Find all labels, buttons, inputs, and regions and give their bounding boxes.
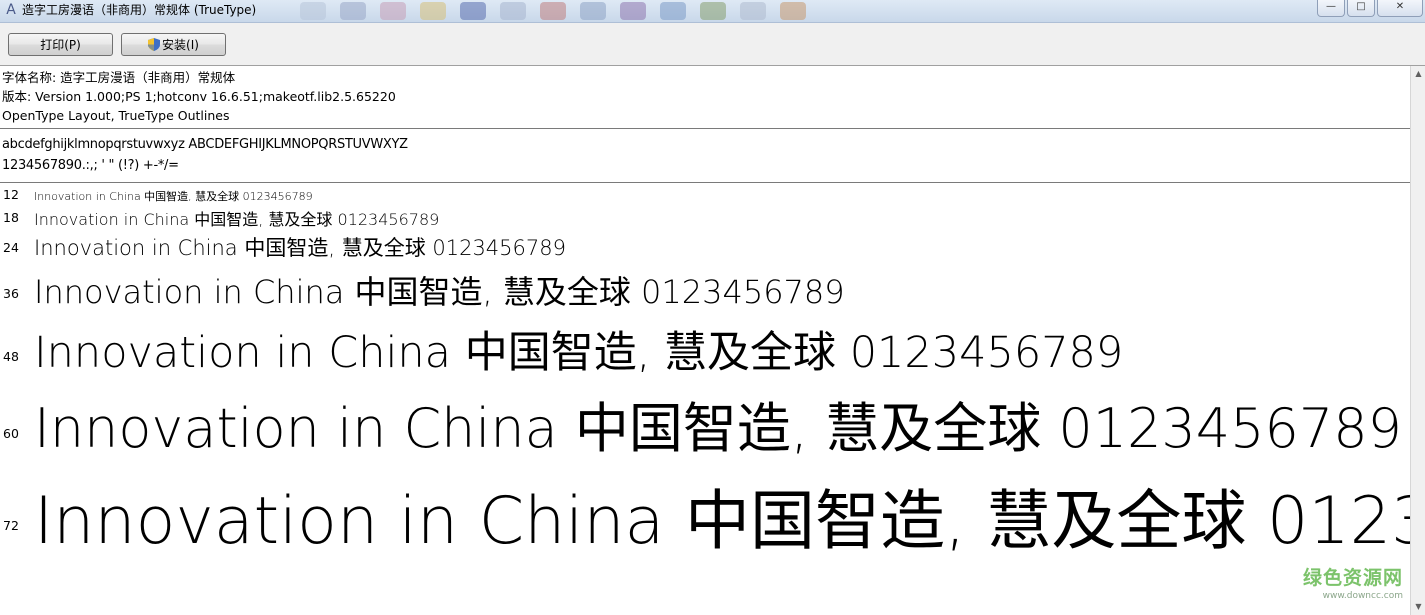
sample-text: Innovation in China 中国智造, 慧及全球 012345678… [34, 210, 440, 229]
sample-row-12: 12 Innovation in China 中国智造, 慧及全球 012345… [0, 186, 1410, 204]
title-bar: A 造字工房漫语（非商用）常规体 (TrueType) — □ ✕ [0, 0, 1425, 23]
sample-row-60: 60 Innovation in China 中国智造, 慧及全球 012345… [0, 378, 1410, 458]
sample-text: Innovation in China 中国智造, 慧及全球 012345678… [34, 190, 313, 203]
install-button[interactable]: 安装(I) [121, 33, 226, 56]
window-controls: — □ ✕ [1317, 0, 1425, 20]
sample-size-label: 60 [3, 426, 19, 441]
charset-preview: abcdefghijklmnopqrstuvwxyz ABCDEFGHIJKLM… [2, 134, 408, 176]
sample-row-24: 24 Innovation in China 中国智造, 慧及全球 012345… [0, 230, 1410, 264]
sample-text: Innovation in China 中国智造, 慧及全球 012345678… [34, 236, 566, 260]
sample-size-label: 24 [3, 240, 19, 255]
watermark-brand: 绿色资源网 [1302, 567, 1403, 589]
sample-row-72: 72 Innovation in China 中国智造, 慧及全球 012345… [0, 458, 1410, 558]
close-button[interactable]: ✕ [1377, 0, 1423, 17]
font-viewer-icon: A [6, 2, 16, 18]
vertical-scrollbar[interactable]: ▲ ▼ [1410, 66, 1425, 615]
window-title: 造字工房漫语（非商用）常规体 (TrueType) [22, 3, 257, 17]
maximize-button[interactable]: □ [1347, 0, 1375, 17]
sample-row-36: 36 Innovation in China 中国智造, 慧及全球 012345… [0, 264, 1410, 314]
sample-text: Innovation in China 中国智造, 慧及全球 012345678… [34, 328, 1124, 378]
sample-row-48: 48 Innovation in China 中国智造, 慧及全球 012345… [0, 314, 1410, 378]
sample-size-label: 12 [3, 187, 19, 202]
font-name-line: 字体名称: 造字工房漫语（非商用）常规体 [2, 70, 236, 85]
sample-size-label: 72 [3, 518, 19, 533]
sample-size-label: 36 [3, 286, 19, 301]
charset-letters: abcdefghijklmnopqrstuvwxyz ABCDEFGHIJKLM… [2, 137, 408, 152]
background-taskbar-strip [300, 0, 1100, 22]
scroll-down-arrow-icon[interactable]: ▼ [1411, 599, 1425, 615]
print-button[interactable]: 打印(P) [8, 33, 113, 56]
sample-size-label: 48 [3, 349, 19, 364]
watermark-url: www.downcc.com [1322, 591, 1403, 601]
divider [0, 128, 1410, 129]
font-info: 字体名称: 造字工房漫语（非商用）常规体 版本: Version 1.000;P… [2, 68, 396, 125]
font-layout-line: OpenType Layout, TrueType Outlines [2, 108, 230, 123]
uac-shield-icon [148, 38, 161, 51]
charset-symbols: 1234567890.:,; ' " (!?) +-*/= [2, 158, 179, 173]
toolbar: 打印(P) 安装(I) [0, 23, 1425, 66]
sample-text: Innovation in China 中国智造, 慧及全球 012345678… [34, 273, 845, 311]
sample-text: Innovation in China 中国智造, 慧及全球 012345678… [34, 484, 1410, 558]
site-watermark: 绿色资源网 www.downcc.com [1303, 563, 1403, 601]
font-version-line: 版本: Version 1.000;PS 1;hotconv 16.6.51;m… [2, 89, 396, 104]
install-button-label: 安装(I) [162, 38, 199, 52]
scroll-up-arrow-icon[interactable]: ▲ [1411, 66, 1425, 82]
divider [0, 182, 1410, 183]
sample-text: Innovation in China 中国智造, 慧及全球 012345678… [34, 397, 1402, 458]
sample-size-label: 18 [3, 210, 19, 225]
minimize-button[interactable]: — [1317, 0, 1345, 17]
sample-row-18: 18 Innovation in China 中国智造, 慧及全球 012345… [0, 204, 1410, 230]
